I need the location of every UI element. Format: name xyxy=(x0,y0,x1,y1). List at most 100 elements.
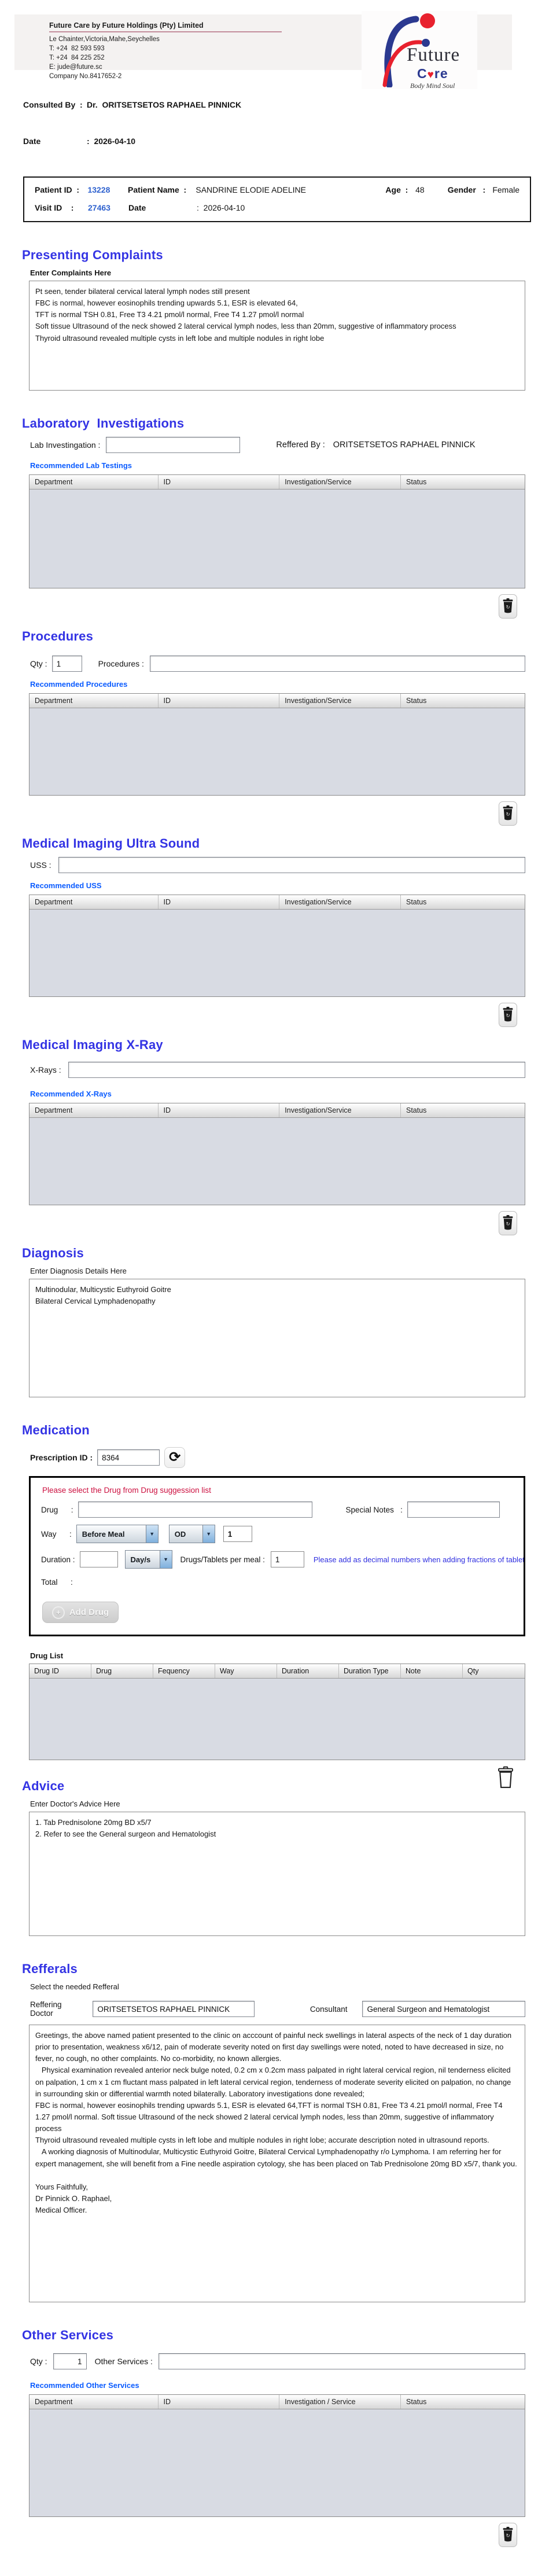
way-select[interactable]: Before Meal ▼ xyxy=(76,1525,159,1543)
delete-procedure-button[interactable]: ↻ xyxy=(499,801,517,826)
plus-circle-icon: + xyxy=(52,1606,65,1619)
delete-lab-testing-button[interactable]: ↻ xyxy=(499,594,517,619)
consulted-by-value: Dr. ORITSETSETOS RAPHAEL PINNICK xyxy=(87,100,241,109)
drug-input[interactable] xyxy=(78,1502,312,1518)
diagnosis-label: Enter Diagnosis Details Here xyxy=(30,1267,525,1275)
gender-label: Gender : xyxy=(448,185,493,194)
chevron-down-icon: ▼ xyxy=(202,1525,215,1543)
lab-testings-table-body[interactable] xyxy=(30,490,525,588)
table-header-row: Department ID Investigation/Service Stat… xyxy=(30,475,525,490)
column-header-id: ID xyxy=(159,475,280,489)
section-title-referrals: Refferals xyxy=(22,1962,538,1977)
consultant-input[interactable] xyxy=(362,2001,525,2017)
xray-table[interactable]: Department ID Investigation/Service Stat… xyxy=(29,1103,525,1205)
column-header-status: Status xyxy=(401,895,525,909)
procedures-input[interactable] xyxy=(150,656,525,672)
xray-table-body[interactable] xyxy=(30,1118,525,1205)
column-header-investigation: Investigation/Service xyxy=(279,694,401,708)
company-phone-1: T: +24 82 593 593 xyxy=(49,44,282,53)
column-header-status: Status xyxy=(401,1103,525,1117)
duration-label: Duration : xyxy=(41,1555,75,1564)
section-title-laboratory-investigations: Laboratory Investigations xyxy=(22,416,538,431)
section-title-xray: Medical Imaging X-Ray xyxy=(22,1037,538,1053)
referred-by-value: ORITSETSETOS RAPHAEL PINNICK xyxy=(333,440,476,450)
complaints-textarea[interactable]: Pt seen, tender bilateral cervical later… xyxy=(29,281,525,391)
trash-icon: ↻ xyxy=(502,1215,514,1232)
frequency-select[interactable]: OD ▼ xyxy=(169,1525,215,1543)
uss-table-body[interactable] xyxy=(30,910,525,996)
complaints-label: Enter Complaints Here xyxy=(30,268,525,277)
other-services-table[interactable]: Department ID Investigation / Service St… xyxy=(29,2394,525,2517)
other-services-input[interactable] xyxy=(159,2353,525,2369)
svg-text:↻: ↻ xyxy=(506,2533,510,2538)
procedures-table-body[interactable] xyxy=(30,708,525,795)
table-header-row: Department ID Investigation/Service Stat… xyxy=(30,1103,525,1118)
way-selected-value: Before Meal xyxy=(77,1525,146,1543)
referring-doctor-label: Reffering Doctor xyxy=(30,2000,84,2018)
column-header-duration: Duration xyxy=(277,1664,339,1678)
advice-textarea[interactable]: 1. Tab Prednisolone 20mg BD x5/7 2. Refe… xyxy=(29,1812,525,1936)
drug-suggestion-warning: Please select the Drug from Drug suggess… xyxy=(42,1486,524,1495)
section-title-advice: Advice xyxy=(22,1779,538,1794)
column-header-id: ID xyxy=(159,1103,280,1117)
duration-unit-select[interactable]: Day/s ▼ xyxy=(125,1550,172,1569)
consultation-meta: Consulted By :Dr. ORITSETSETOS RAPHAEL P… xyxy=(23,82,529,173)
column-header-note: Note xyxy=(401,1664,463,1678)
referring-doctor-input[interactable] xyxy=(93,2001,255,2017)
company-info: Future Care by Future Holdings (Pty) Lim… xyxy=(49,21,282,81)
column-header-investigation: Investigation / Service xyxy=(279,2395,401,2409)
company-phone-2: T: +24 84 225 252 xyxy=(49,53,282,62)
trash-icon: ↻ xyxy=(502,805,514,822)
per-meal-input[interactable] xyxy=(271,1551,304,1567)
drug-entry-panel: Please select the Drug from Drug suggess… xyxy=(29,1476,525,1636)
table-header-row: Drug ID Drug Fequency Way Duration Durat… xyxy=(30,1664,525,1679)
delete-drug-button[interactable] xyxy=(494,1764,517,1793)
xrays-input[interactable] xyxy=(68,1062,525,1078)
table-header-row: Department ID Investigation/Service Stat… xyxy=(30,895,525,910)
uss-input[interactable] xyxy=(58,857,525,873)
column-header-frequency: Fequency xyxy=(153,1664,215,1678)
svg-text:↻: ↻ xyxy=(506,1221,510,1227)
section-title-presenting-complaints: Presenting Complaints xyxy=(22,248,538,263)
other-services-label: Other Services : xyxy=(95,2357,153,2366)
trash-icon: ↻ xyxy=(502,598,514,615)
prescription-id-label: Prescription ID : xyxy=(30,1453,93,1462)
referred-by-label: Reffered By : xyxy=(276,440,325,450)
add-drug-button[interactable]: + Add Drug xyxy=(42,1602,119,1623)
procedures-qty-input[interactable] xyxy=(52,656,82,672)
per-meal-label: Drugs/Tablets per meal : xyxy=(180,1555,265,1564)
lab-investigation-label: Lab Investingation : xyxy=(30,440,100,450)
uss-table[interactable]: Department ID Investigation/Service Stat… xyxy=(29,895,525,997)
referral-letter-textarea[interactable]: Greetings, the above named patient prese… xyxy=(29,2025,525,2302)
special-notes-input[interactable] xyxy=(407,1502,500,1518)
column-header-investigation: Investigation/Service xyxy=(279,895,401,909)
drug-list-table[interactable]: Drug ID Drug Fequency Way Duration Durat… xyxy=(29,1664,525,1760)
column-header-qty: Qty xyxy=(463,1664,525,1678)
delete-xray-button[interactable]: ↻ xyxy=(499,1211,517,1235)
drug-list-table-body[interactable] xyxy=(30,1679,525,1760)
duration-input[interactable] xyxy=(80,1551,118,1567)
column-header-department: Department xyxy=(30,694,159,708)
patient-summary-box: Patient ID : 13228 Patient Name : SANDRI… xyxy=(23,176,531,222)
patient-name-value: SANDRINE ELODIE ADELINE xyxy=(196,185,385,194)
patient-id-label: Patient ID : xyxy=(35,185,87,194)
drug-list-label: Drug List xyxy=(30,1651,525,1660)
delete-uss-button[interactable]: ↻ xyxy=(499,1003,517,1027)
drug-label: Drug : xyxy=(41,1506,73,1514)
consulted-by-label: Consulted By : xyxy=(23,100,87,109)
prescription-id-input[interactable] xyxy=(97,1449,160,1466)
total-label: Total : xyxy=(41,1578,73,1587)
diagnosis-textarea[interactable]: Multinodular, Multicystic Euthyroid Goit… xyxy=(29,1279,525,1397)
refresh-prescription-button[interactable]: ⟳ xyxy=(164,1447,185,1468)
way-qty-input[interactable] xyxy=(223,1526,252,1542)
lab-investigation-input[interactable] xyxy=(106,437,240,453)
procedures-table[interactable]: Department ID Investigation/Service Stat… xyxy=(29,693,525,796)
way-label: Way : xyxy=(41,1530,72,1539)
other-services-qty-input[interactable] xyxy=(53,2353,87,2369)
other-services-table-body[interactable] xyxy=(30,2409,525,2516)
delete-other-service-button[interactable]: ↻ xyxy=(499,2523,517,2547)
patient-id-value: 13228 xyxy=(87,185,128,194)
lab-testings-table[interactable]: Department ID Investigation/Service Stat… xyxy=(29,474,525,588)
xrays-label: X-Rays : xyxy=(30,1065,61,1074)
table-header-row: Department ID Investigation / Service St… xyxy=(30,2395,525,2409)
